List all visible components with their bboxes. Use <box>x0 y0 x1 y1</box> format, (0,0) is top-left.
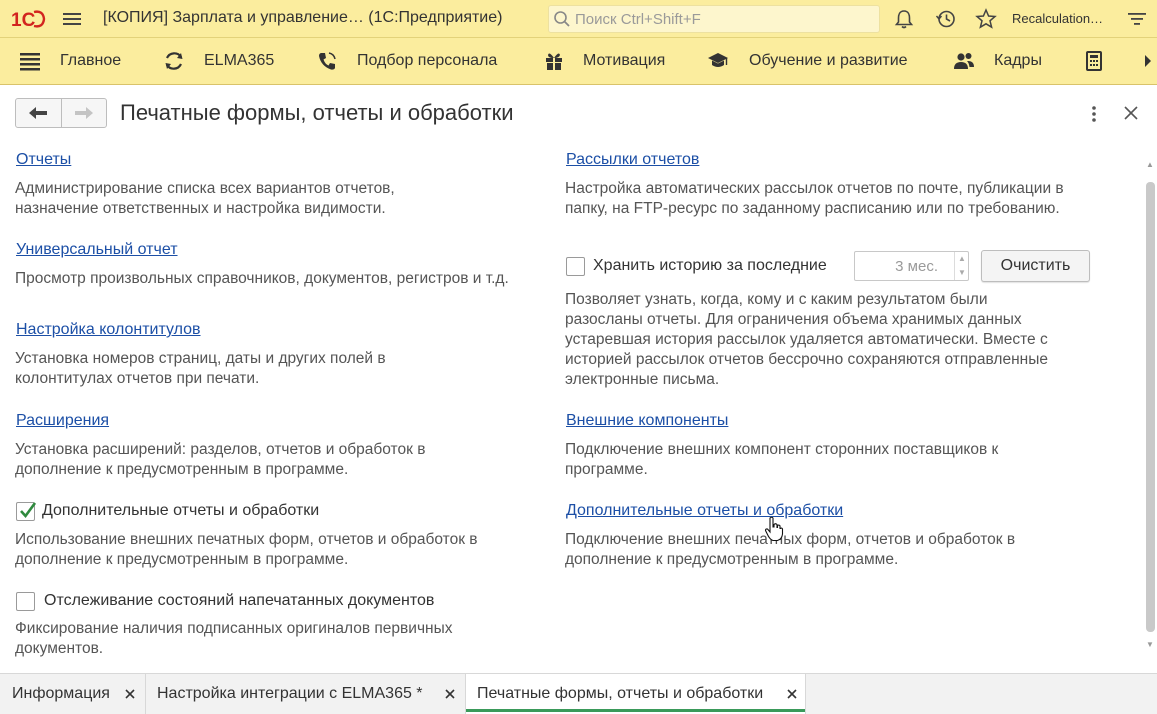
store-history-checkbox[interactable] <box>566 257 585 276</box>
search-placeholder: Поиск Ctrl+Shift+F <box>575 11 701 28</box>
tab-information[interactable]: Информация <box>0 674 146 714</box>
section-personnel[interactable]: Кадры <box>994 52 1042 70</box>
open-windows-tabbar: Информация Настройка интеграции с ELMA36… <box>0 673 1157 714</box>
additional-reports-checkbox[interactable] <box>16 502 37 521</box>
arrow-right-icon <box>74 107 93 119</box>
back-button[interactable] <box>16 99 61 127</box>
form-header: Печатные формы, отчеты и обработки <box>0 86 1157 142</box>
section-training[interactable]: Обучение и развитие <box>749 52 908 70</box>
additional-reports-link[interactable]: Дополнительные отчеты и обработки <box>566 502 843 520</box>
extensions-description: Установка расширений: разделов, отчетов … <box>15 441 426 478</box>
report-mailing-description: Настройка автоматических рассылок отчето… <box>565 180 1064 217</box>
tab-close-icon[interactable] <box>785 687 799 701</box>
window-title: [КОПИЯ] Зарплата и управление… (1С:Предп… <box>103 9 503 26</box>
arrow-left-icon <box>29 107 48 119</box>
more-actions-icon[interactable] <box>1086 104 1102 124</box>
close-icon[interactable] <box>1122 104 1140 122</box>
navigation-buttons <box>15 98 107 128</box>
tab-label: Настройка интеграции с ELMA365 * <box>157 685 423 702</box>
sections-scroll-right-button[interactable] <box>1138 38 1157 84</box>
people-icon[interactable] <box>953 50 975 72</box>
scroll-up-icon[interactable]: ▲ <box>1146 160 1154 169</box>
menu-icon[interactable] <box>19 50 41 72</box>
search-icon <box>554 11 570 27</box>
history-description: Позволяет узнать, когда, кому и с каким … <box>565 291 1048 388</box>
additional-reports-description: Использование внешних печатных форм, отч… <box>15 531 478 568</box>
clear-button[interactable]: Очистить <box>981 250 1090 282</box>
hamburger-menu-icon[interactable] <box>62 9 82 29</box>
phone-icon[interactable] <box>316 50 338 72</box>
chevron-right-icon <box>1145 55 1151 67</box>
sync-icon[interactable] <box>163 50 185 72</box>
settings-content: Отчеты Администрирование списка всех вар… <box>0 142 1143 672</box>
report-mailing-link[interactable]: Рассылки отчетов <box>566 151 699 169</box>
history-period-input[interactable]: 3 мес. ▲ ▼ <box>854 251 969 281</box>
tracking-checkbox-label[interactable]: Отслеживание состояний напечатанных доку… <box>44 592 434 610</box>
bell-icon[interactable] <box>893 8 915 30</box>
title-bar: 1С [КОПИЯ] Зарплата и управление… (1С:Пр… <box>0 0 1157 38</box>
tab-close-icon[interactable] <box>443 687 457 701</box>
additional-reports-checkbox-label[interactable]: Дополнительные отчеты и обработки <box>42 502 319 520</box>
section-motivation[interactable]: Мотивация <box>583 52 665 70</box>
active-tab-indicator <box>466 709 805 712</box>
spin-up-icon[interactable]: ▲ <box>958 254 966 263</box>
external-components-description: Подключение внешних компонент сторонних … <box>565 441 999 478</box>
universal-report-description: Просмотр произвольных справочников, доку… <box>15 270 509 287</box>
section-recruitment[interactable]: Подбор персонала <box>357 52 497 70</box>
section-elma365[interactable]: ELMA365 <box>204 52 274 70</box>
tracking-description: Фиксирование наличия подписанных оригина… <box>15 620 453 657</box>
spin-down-icon[interactable]: ▼ <box>958 268 966 277</box>
svg-text:1С: 1С <box>11 10 36 30</box>
tab-close-icon[interactable] <box>123 687 137 701</box>
forward-button[interactable] <box>60 99 107 127</box>
star-icon[interactable] <box>975 8 997 30</box>
scroll-down-icon[interactable]: ▼ <box>1146 640 1154 649</box>
section-main[interactable]: Главное <box>60 52 121 70</box>
additional-reports-link-description: Подключение внешних печатных форм, отчет… <box>565 531 1016 568</box>
current-user[interactable]: Recalculation… <box>1012 11 1103 26</box>
history-period-stepper[interactable]: ▲ ▼ <box>954 252 968 280</box>
universal-report-link[interactable]: Универсальный отчет <box>16 241 178 259</box>
history-icon[interactable] <box>935 8 957 30</box>
tab-elma-integration[interactable]: Настройка интеграции с ELMA365 * <box>146 674 466 714</box>
gift-icon[interactable] <box>543 50 565 72</box>
tab-label: Информация <box>12 685 110 702</box>
tab-print-forms[interactable]: Печатные формы, отчеты и обработки <box>466 674 806 714</box>
tab-label: Печатные формы, отчеты и обработки <box>477 685 764 702</box>
reports-description: Администрирование списка всех вариантов … <box>15 180 395 217</box>
hand-cursor-icon <box>764 516 784 542</box>
headers-footers-link[interactable]: Настройка колонтитулов <box>16 321 201 339</box>
history-period-value: 3 мес. <box>895 258 938 275</box>
reports-link[interactable]: Отчеты <box>16 151 71 169</box>
settings-menu-icon[interactable] <box>1126 8 1148 30</box>
graduation-cap-icon[interactable] <box>707 50 729 72</box>
headers-footers-description: Установка номеров страниц, даты и других… <box>15 350 386 387</box>
sections-panel: Главное ELMA365 Подбор персонала Мотивац… <box>0 38 1157 85</box>
page-title: Печатные формы, отчеты и обработки <box>120 100 514 125</box>
global-search-input[interactable]: Поиск Ctrl+Shift+F <box>548 5 880 33</box>
store-history-checkbox-label[interactable]: Хранить историю за последние <box>593 257 827 275</box>
checkmark-icon <box>20 502 37 519</box>
external-components-link[interactable]: Внешние компоненты <box>566 412 728 430</box>
extensions-link[interactable]: Расширения <box>16 412 109 430</box>
tracking-checkbox[interactable] <box>16 592 35 611</box>
calculator-icon[interactable] <box>1083 50 1105 72</box>
1c-logo-icon[interactable]: 1С <box>10 8 46 30</box>
scrollbar-thumb[interactable] <box>1146 182 1155 632</box>
